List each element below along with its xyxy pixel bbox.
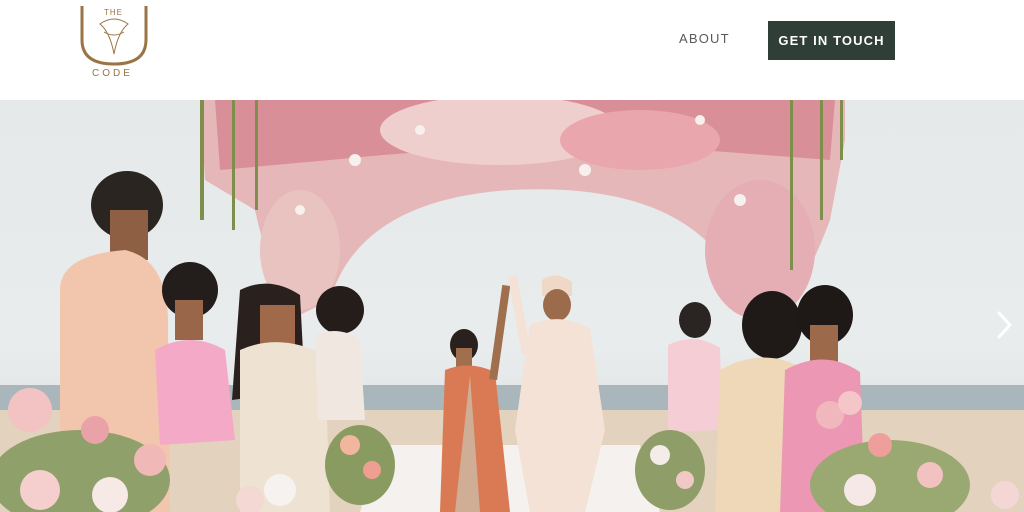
- nav-about-link[interactable]: ABOUT: [679, 31, 730, 46]
- chevron-right-icon: [997, 311, 1012, 339]
- guest-right-1: [668, 302, 722, 432]
- flower-arch: [200, 100, 845, 320]
- get-in-touch-button[interactable]: GET IN TOUCH: [768, 21, 895, 60]
- brand-logo[interactable]: THE CODE: [74, 2, 154, 82]
- hero-image: [0, 100, 1024, 512]
- guest-left-4: [315, 286, 365, 420]
- guest-left-2: [155, 262, 235, 445]
- logo-text-bottom: CODE: [92, 68, 133, 79]
- wedding-scene-image: [0, 100, 1024, 512]
- slider-next-button[interactable]: [990, 305, 1018, 345]
- logo-text-top: THE: [104, 8, 123, 17]
- site-header: THE CODE ABOUT GET IN TOUCH: [0, 0, 1024, 100]
